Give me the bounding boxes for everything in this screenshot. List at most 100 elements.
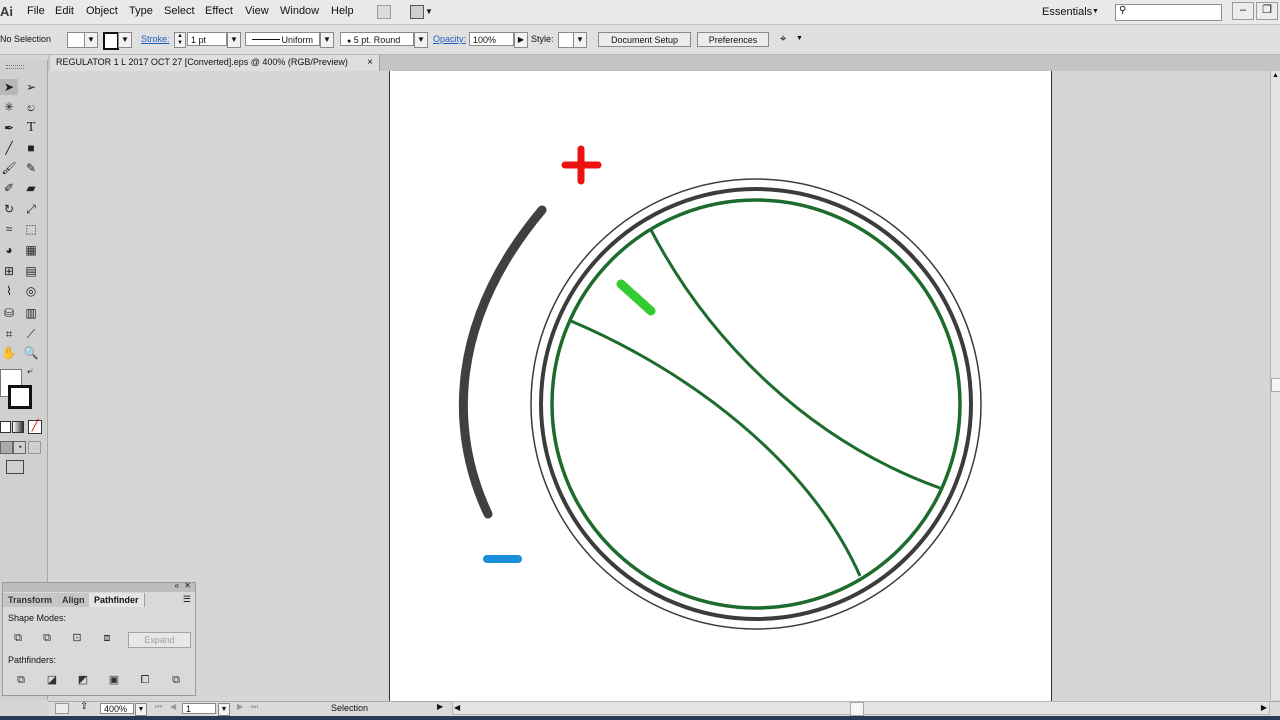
search-input[interactable]: ⚲ (1115, 4, 1222, 21)
artboard-nav-icon[interactable] (55, 703, 69, 714)
swap-colors-icon[interactable]: ⤶ (27, 366, 33, 377)
style-swatch[interactable] (558, 32, 574, 48)
next-artboard-icon[interactable]: ▶ (237, 702, 243, 711)
menu-file[interactable]: File (27, 5, 45, 17)
vertical-scroll-thumb[interactable] (1271, 378, 1280, 392)
profile-dropdown[interactable]: ▼ (320, 32, 334, 48)
zoom-field[interactable]: 400% (100, 703, 134, 714)
scroll-left-icon[interactable]: ◀ (454, 703, 460, 712)
rotate-icon[interactable]: ↻ (0, 201, 18, 217)
first-artboard-icon[interactable]: ⏮ (155, 702, 162, 712)
scroll-right-icon[interactable]: ▶ (1261, 703, 1267, 712)
collapse-icon[interactable]: « (175, 581, 179, 590)
stroke-label-link[interactable]: Stroke: (141, 34, 170, 44)
pencil-icon[interactable]: ✎ (22, 160, 40, 176)
stroke-weight-stepper[interactable]: ▲ ▼ (174, 32, 186, 48)
opacity-label-link[interactable]: Opacity: (433, 34, 466, 44)
shape-builder-icon[interactable]: ◕ (0, 242, 18, 258)
prev-artboard-icon[interactable]: ◀ (170, 702, 176, 711)
chevron-down-icon[interactable]: ▼ (425, 7, 433, 16)
divide-icon[interactable]: ⧉ (15, 674, 27, 686)
hand-icon[interactable]: ✋ (0, 345, 18, 361)
slice-icon[interactable]: ⟋ (22, 326, 40, 342)
minus-back-icon[interactable]: ⧉ (170, 674, 182, 686)
restore-button[interactable]: ❐ (1256, 2, 1278, 20)
none-mode-icon[interactable]: ╱ (28, 420, 42, 434)
share-icon[interactable]: ⇪ (80, 701, 88, 712)
scale-icon[interactable]: ⤢ (22, 201, 40, 217)
workspace-switcher[interactable]: Essentials (1042, 6, 1092, 18)
draw-normal-icon[interactable] (0, 441, 13, 454)
align-options-icon[interactable]: ⌖ (780, 33, 786, 46)
close-icon[interactable]: × (367, 55, 373, 70)
tab-align[interactable]: Align (57, 593, 91, 607)
stroke-swatch[interactable] (103, 32, 119, 50)
close-icon[interactable]: ✕ (184, 581, 191, 590)
eyedropper-icon[interactable]: ⌇ (0, 283, 18, 299)
crop-icon[interactable]: ▣ (108, 674, 120, 686)
style-dropdown[interactable]: ▼ (573, 32, 587, 48)
eraser-icon[interactable]: ▰ (22, 180, 40, 196)
magic-wand-icon[interactable]: ✳ (0, 99, 18, 115)
stroke-weight-dropdown[interactable]: ▼ (227, 32, 241, 48)
trim-icon[interactable]: ◪ (46, 674, 58, 686)
blend-icon[interactable]: ◎ (22, 283, 40, 299)
brush-dropdown[interactable]: ▼ (414, 32, 428, 48)
status-menu-arrow[interactable]: ▶ (437, 702, 443, 711)
bridge-icon[interactable] (377, 5, 391, 19)
menu-object[interactable]: Object (86, 5, 118, 17)
merge-icon[interactable]: ◩ (77, 674, 89, 686)
menu-edit[interactable]: Edit (55, 5, 74, 17)
lasso-icon[interactable]: ಲ (22, 99, 40, 115)
fill-swatch[interactable] (67, 32, 85, 48)
gradient-icon[interactable]: ▤ (22, 263, 40, 279)
artboard-icon[interactable]: ⌗ (0, 326, 18, 342)
last-artboard-icon[interactable]: ⏭ (251, 702, 258, 712)
menu-type[interactable]: Type (129, 5, 153, 17)
rectangle-icon[interactable]: ■ (22, 140, 40, 156)
exclude-icon[interactable]: ⧈ (101, 632, 113, 644)
outline-icon[interactable]: ⧠ (139, 674, 151, 686)
minus-front-icon[interactable]: ⧉ (41, 632, 53, 644)
expand-button[interactable]: Expand (128, 632, 191, 648)
variable-width-profile[interactable]: Uniform (245, 32, 320, 46)
unite-icon[interactable]: ⧉ (12, 632, 24, 644)
menu-window[interactable]: Window (280, 5, 319, 17)
selection-icon[interactable]: ➤ (0, 79, 18, 95)
artboard-number-field[interactable]: 1 (182, 703, 216, 714)
document-tab[interactable]: REGULATOR 1 L 2017 OCT 27 [Converted].ep… (50, 55, 380, 71)
symbol-sprayer-icon[interactable]: ⛁ (0, 305, 18, 321)
scroll-up-icon[interactable]: ▲ (1272, 72, 1279, 79)
panel-menu-icon[interactable]: ☰ (183, 594, 191, 605)
direct-selection-icon[interactable]: ➢ (22, 79, 40, 95)
intersect-icon[interactable]: ⊡ (71, 632, 83, 644)
minimize-button[interactable]: – (1232, 2, 1254, 20)
opacity-field[interactable]: 100% (469, 32, 514, 46)
screen-mode-icon[interactable] (6, 460, 24, 474)
menu-view[interactable]: View (245, 5, 269, 17)
type-icon[interactable]: T (22, 120, 40, 136)
zoom-dropdown[interactable]: ▼ (135, 703, 147, 716)
draw-behind-icon[interactable]: ◔ (13, 441, 26, 454)
width-icon[interactable]: ≈ (0, 221, 18, 237)
brush-definition[interactable]: ● 5 pt. Round (340, 32, 414, 46)
pen-icon[interactable]: ✒ (0, 120, 18, 136)
opacity-arrow[interactable]: ▶ (514, 32, 528, 48)
tab-pathfinder[interactable]: Pathfinder (89, 593, 145, 607)
artboard-dropdown[interactable]: ▼ (218, 703, 230, 716)
stroke-dropdown[interactable]: ▼ (118, 32, 132, 48)
color-mode-icon[interactable] (0, 421, 11, 433)
menu-help[interactable]: Help (331, 5, 354, 17)
horizontal-scroll-thumb[interactable] (850, 702, 864, 716)
free-transform-icon[interactable]: ⬚ (22, 221, 40, 237)
line-icon[interactable]: ╱ (0, 140, 18, 156)
paintbrush-icon[interactable]: 🖌 (0, 160, 18, 176)
menu-select[interactable]: Select (164, 5, 195, 17)
tab-transform[interactable]: Transform (3, 593, 59, 607)
graph-icon[interactable]: ▥ (22, 305, 40, 321)
panel-grip-icon[interactable] (6, 65, 24, 69)
menu-effect[interactable]: Effect (205, 5, 233, 17)
zoom-icon[interactable]: 🔍 (22, 345, 40, 361)
fill-dropdown[interactable]: ▼ (84, 32, 98, 48)
blob-brush-icon[interactable]: ✐ (0, 180, 18, 196)
